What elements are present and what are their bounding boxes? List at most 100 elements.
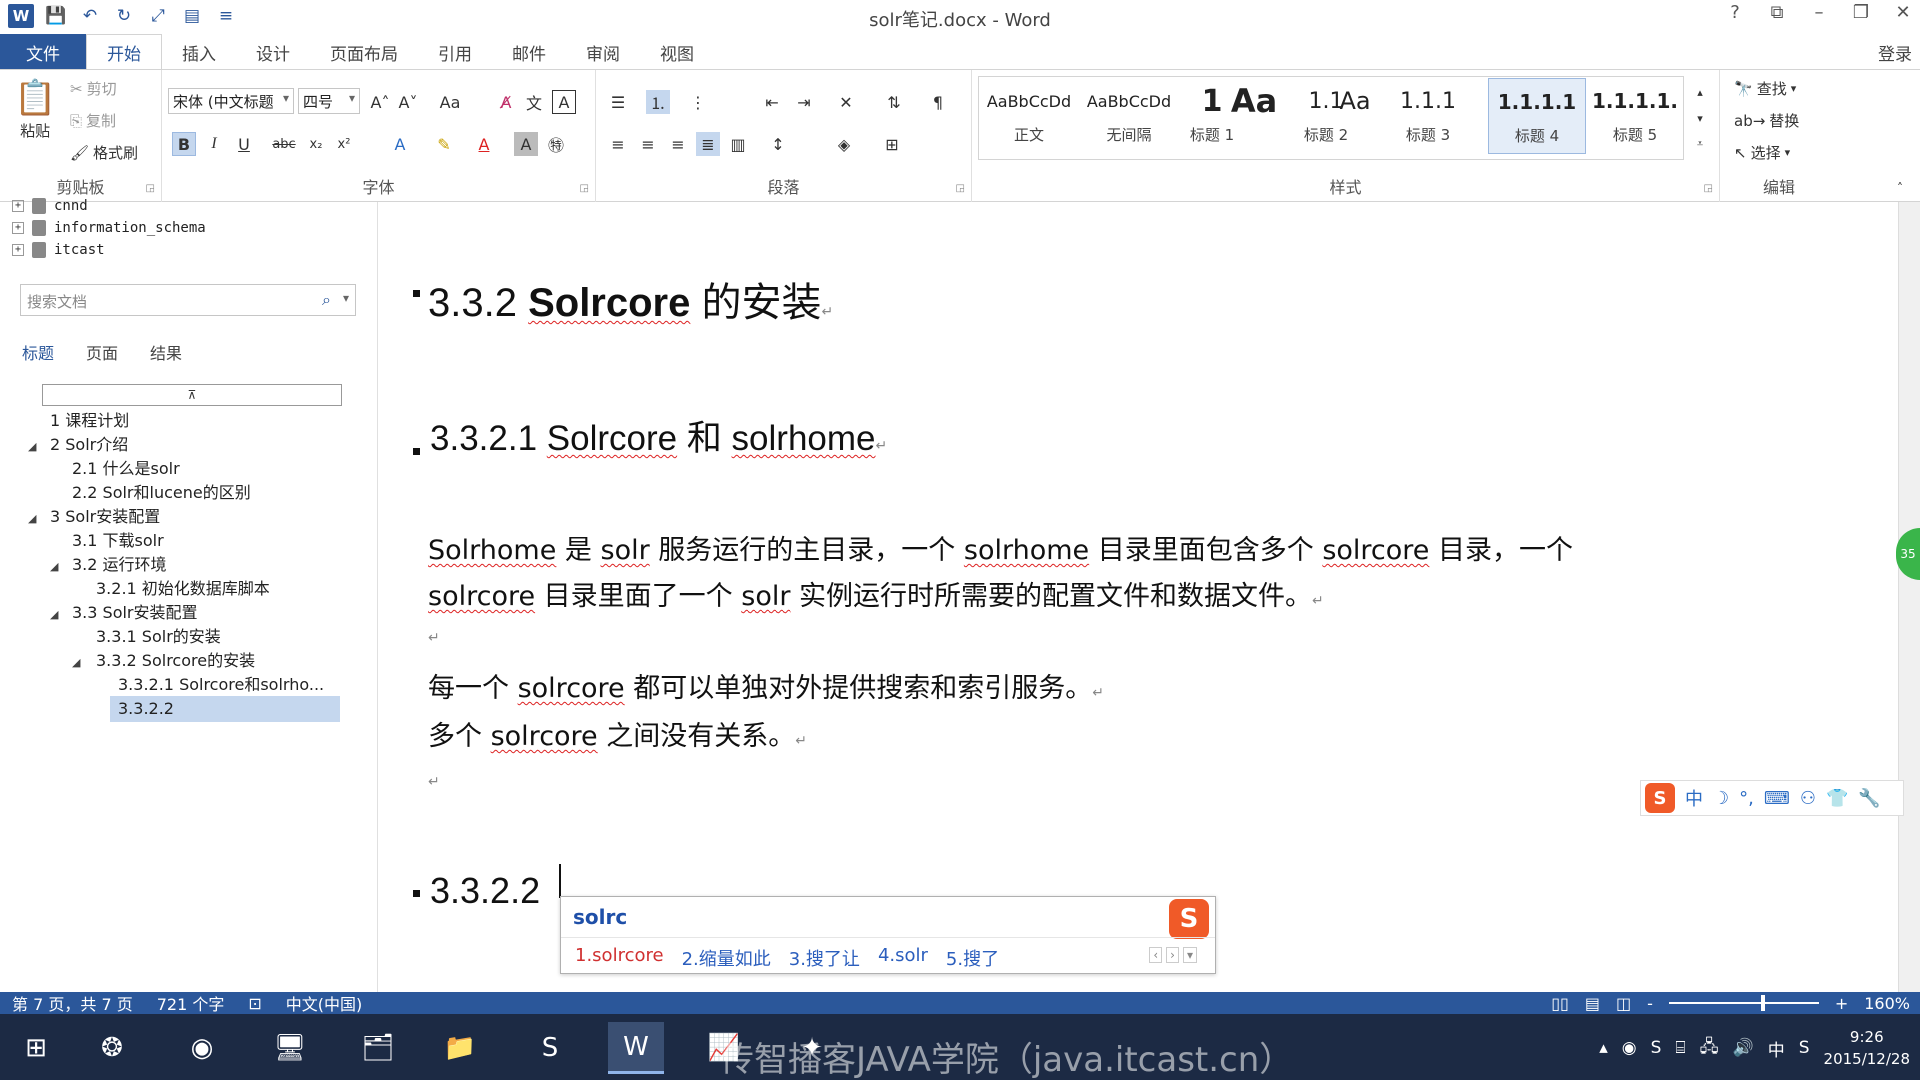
nav-heading[interactable]: 1 课程计划 (50, 408, 129, 434)
sogou-tray-icon[interactable]: S (1799, 1038, 1810, 1058)
app-launcher-icon[interactable]: ❂ (84, 1022, 140, 1074)
copy-button[interactable]: ⎘ 复制 (70, 110, 116, 131)
collapse-triangle-icon[interactable]: ◢ (50, 608, 58, 621)
style-normal[interactable]: AaBbCcDd 正文 (980, 78, 1078, 154)
search-document-input[interactable]: 搜索文档 ⌕ ▾ (20, 284, 356, 316)
next-page-icon[interactable]: › (1166, 947, 1179, 963)
page-count[interactable]: 第 7 页，共 7 页 (0, 991, 145, 1015)
nav-heading[interactable]: 3 Solr安装配置 (50, 504, 160, 530)
keyboard-icon[interactable]: ⌨ (1764, 788, 1790, 809)
zoom-out-button[interactable]: - (1647, 994, 1653, 1013)
sort-icon[interactable]: ⇅ (882, 90, 906, 114)
phonetic-guide-icon[interactable]: 文 (522, 90, 546, 114)
nav-heading[interactable]: 3.3.1 Solr的安装 (96, 624, 221, 650)
find-button[interactable]: 🔭 查找 ▾ (1734, 78, 1796, 99)
nav-heading[interactable]: 3.2.1 初始化数据库脚本 (96, 576, 270, 602)
clipboard-launcher-icon[interactable]: ◲ (146, 183, 155, 194)
styles-launcher-icon[interactable]: ◲ (1704, 183, 1713, 194)
increase-indent-icon[interactable]: ⇥ (792, 90, 816, 114)
collapse-triangle-icon[interactable]: ◢ (28, 512, 36, 525)
cut-button[interactable]: ✂ 剪切 (70, 78, 117, 99)
ime-mode-toggle[interactable]: 中 (1685, 785, 1703, 811)
web-layout-icon[interactable]: ◫ (1616, 994, 1631, 1013)
tab-mailings[interactable]: 邮件 (492, 34, 566, 70)
ime-candidate[interactable]: 5.搜了 (946, 945, 999, 971)
superscript-icon[interactable]: x² (332, 132, 356, 156)
italic-icon[interactable]: I (202, 132, 226, 156)
expand-icon[interactable]: + (12, 222, 24, 234)
char-border-icon[interactable]: A (552, 90, 576, 114)
select-button[interactable]: ↖ 选择 ▾ (1734, 142, 1790, 163)
bold-icon[interactable]: B (172, 132, 196, 156)
font-name-select[interactable]: 宋体 (中文标题 (168, 88, 294, 114)
proofing-icon[interactable]: ⊡ (236, 994, 273, 1013)
user-icon[interactable]: ⚇ (1800, 788, 1816, 809)
clear-format-icon[interactable]: A̸ (494, 90, 518, 114)
nav-heading[interactable]: 2.1 什么是solr (72, 456, 180, 482)
ime-candidate[interactable]: 1.solrcore (575, 945, 664, 971)
remote-desktop-icon[interactable]: 🖥 (262, 1022, 318, 1074)
style-heading-3[interactable]: 1.1.1 标题 3 (1378, 78, 1478, 154)
styles-more-icon[interactable]: ⩡ (1688, 132, 1712, 156)
expand-icon[interactable]: + (12, 244, 24, 256)
settings-wrench-icon[interactable]: 🔧 (1858, 788, 1880, 809)
nav-heading[interactable]: 2 Solr介绍 (50, 432, 128, 458)
tab-view[interactable]: 视图 (640, 34, 714, 70)
tab-design[interactable]: 设计 (236, 34, 310, 70)
prev-page-icon[interactable]: ‹ (1149, 947, 1163, 963)
align-left-icon[interactable]: ≡ (606, 132, 630, 156)
print-layout-icon[interactable]: ▤ (1585, 994, 1600, 1013)
punctuation-icon[interactable]: °, (1739, 788, 1754, 809)
align-center-icon[interactable]: ≡ (636, 132, 660, 156)
login-link[interactable]: 登录 (1878, 40, 1912, 65)
tab-file[interactable]: 文件 (0, 34, 86, 70)
tab-references[interactable]: 引用 (418, 34, 492, 70)
network-icon[interactable]: 🖧 (1700, 1034, 1719, 1063)
highlight-icon[interactable]: ✎ (432, 132, 456, 156)
expand-candidates-icon[interactable]: ▾ (1182, 947, 1197, 963)
collapse-triangle-icon[interactable]: ◢ (50, 560, 58, 573)
chrome-icon[interactable]: ◉ (174, 1022, 230, 1074)
collapse-triangle-icon[interactable]: ◢ (72, 656, 80, 669)
close-button[interactable]: ✕ (1892, 2, 1914, 23)
line-spacing-icon[interactable]: ↕ (766, 132, 790, 156)
nav-heading[interactable]: 3.3.2 Solrcore的安装 (96, 648, 255, 674)
grow-font-icon[interactable]: A˄ (368, 90, 392, 114)
paragraph-solrhome-line-1[interactable]: Solrhome 是 solr 服务运行的主目录，一个 solrhome 目录里… (428, 528, 1573, 567)
skin-icon[interactable]: 👕 (1826, 788, 1848, 809)
numbering-icon[interactable]: ⒈ (646, 90, 670, 114)
tab-pages[interactable]: 页面 (86, 340, 118, 364)
style-no-spacing[interactable]: AaBbCcDd 无间隔 (1080, 78, 1178, 154)
show-marks-icon[interactable]: ¶ (926, 90, 950, 114)
chinese-layout-icon[interactable]: ✕ (834, 90, 858, 114)
tab-results[interactable]: 结果 (150, 340, 182, 364)
paste-button[interactable]: 📋 粘贴 (14, 78, 56, 141)
search-dropdown-icon[interactable]: ▾ (343, 291, 349, 305)
paragraph-launcher-icon[interactable]: ◲ (956, 183, 965, 194)
minimize-button[interactable]: – (1808, 2, 1830, 23)
styles-scroll-down-icon[interactable]: ▾ (1688, 106, 1712, 130)
search-icon[interactable]: ⌕ (322, 290, 331, 310)
char-shading-icon[interactable]: A (514, 132, 538, 156)
zoom-in-button[interactable]: + (1835, 994, 1848, 1013)
nav-heading[interactable]: 3.1 下载solr (72, 528, 164, 554)
tab-layout[interactable]: 页面布局 (310, 34, 418, 70)
nav-heading[interactable]: 2.2 Solr和lucene的区别 (72, 480, 251, 506)
nav-heading[interactable]: 3.2 运行环境 (72, 552, 167, 578)
heading-3-3-2[interactable]: 3.3.2 Solrcore 的安装↵ (428, 270, 833, 328)
style-heading-5[interactable]: 1.1.1.1. 标题 5 (1586, 78, 1684, 154)
tray-expand-icon[interactable]: ▴ (1599, 1038, 1608, 1058)
ime-candidate[interactable]: 3.搜了让 (789, 945, 860, 971)
word-taskbar-icon[interactable]: W (608, 1022, 664, 1074)
db-tree-item[interactable]: + itcast (12, 242, 105, 258)
tray-sogou-icon[interactable]: S (1651, 1038, 1662, 1058)
paragraph-solrcore-service[interactable]: 每一个 solrcore 都可以单独对外提供搜索和索引服务。↵ (428, 666, 1104, 705)
read-mode-icon[interactable]: ▯▯ (1551, 994, 1569, 1013)
zoom-slider-thumb[interactable] (1760, 995, 1765, 1011)
paragraph-solrcore-relation[interactable]: 多个 solrcore 之间没有关系。↵ (428, 714, 807, 753)
decrease-indent-icon[interactable]: ⇤ (760, 90, 784, 114)
start-button[interactable]: ⊞ (8, 1022, 64, 1074)
style-title[interactable]: Aa (1226, 78, 1282, 154)
document-page[interactable]: 3.3.2 Solrcore 的安装↵ 3.3.2.1 Solrcore 和 s… (378, 202, 1898, 992)
tray-device-icon[interactable]: ⌸ (1675, 1038, 1685, 1058)
